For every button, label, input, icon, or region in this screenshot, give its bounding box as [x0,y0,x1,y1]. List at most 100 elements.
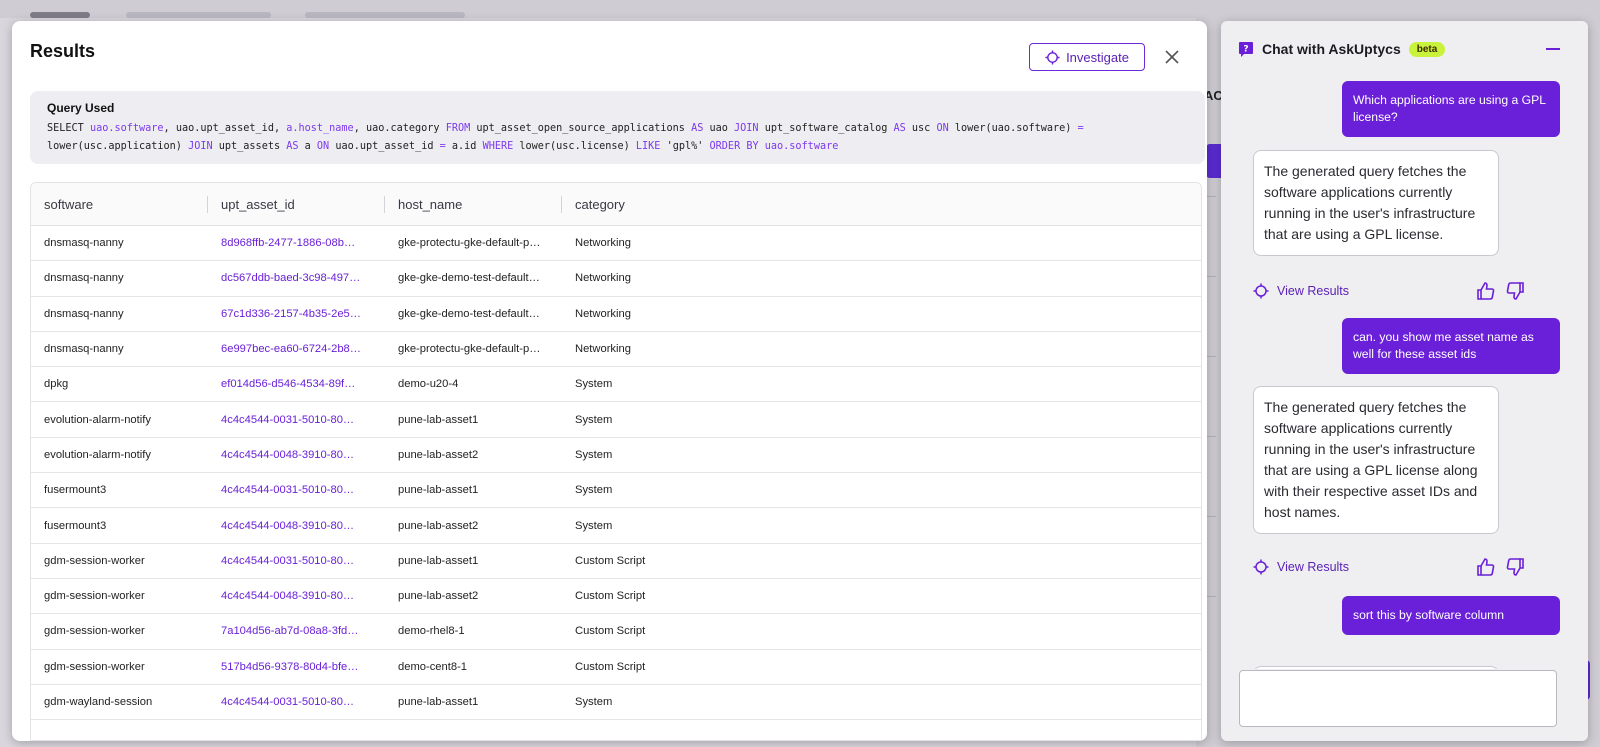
table-body: dnsmasq-nanny 8d968ffb-2477-1886-08b… gke-… [31,226,1201,721]
cell-category: Custom Script [575,554,646,567]
beta-badge: beta [1408,41,1446,57]
investigate-label: Investigate [1066,49,1129,65]
query-keyword: = [1077,123,1084,134]
query-token: a.id [445,140,483,152]
thumbs-up-icon[interactable] [1476,281,1496,301]
cell-upt-asset-id[interactable]: 4c4c4544-0048-3910-80… [208,590,385,602]
investigate-button[interactable]: Investigate [1029,43,1145,71]
cell-host-name: pune-lab-asset2 [398,590,479,603]
chat-title: Chat with AskUptycs [1262,41,1401,57]
query-keyword: WHERE [482,140,514,152]
cell-upt-asset-id[interactable]: ef014d56-d546-4534-89f… [208,378,385,390]
cell-host-name: gke-gke-demo-test-default… [398,307,540,320]
cell-upt-asset-id[interactable]: 4c4c4544-0031-5010-80… [208,414,385,426]
cell-software: gdm-session-worker [44,554,145,567]
crosshair-icon [1045,49,1060,65]
feedback-buttons [1476,281,1525,301]
cell-host-name: gke-protectu-gke-default-p… [398,343,541,356]
table-row: evolution-alarm-notify 4c4c4544-0048-3910… [31,438,1201,474]
query-token: upt_software_catalog [758,123,894,134]
column-header-software[interactable]: software [31,183,208,226]
cell-upt-asset-id[interactable]: 8d968ffb-2477-1886-08b… [208,237,385,249]
chat-input[interactable] [1239,670,1557,727]
query-token: , uao.category [353,123,446,134]
cell-software: evolution-alarm-notify [44,448,151,461]
table-row: gdm-wayland-session 4c4c4544-0031-5010-80… [31,685,1201,721]
help-square-icon: ? [1239,42,1253,57]
table-header: software upt_asset_id host_name category [31,183,1201,226]
cell-software: gdm-wayland-session [44,696,153,708]
close-icon [1165,50,1179,64]
thumbs-down-icon[interactable] [1505,281,1525,301]
cell-upt-asset-id[interactable]: 4c4c4544-0048-3910-80… [208,449,385,461]
results-modal: Results Investigate Query Used SELECT ua… [12,21,1207,741]
crosshair-icon [1253,559,1269,575]
cell-upt-asset-id[interactable]: 7a104d56-ab7d-08a8-3fd… [208,625,385,637]
table-row: gdm-session-worker 7a104d56-ab7d-08a8-3fd… [31,614,1201,650]
chat-panel: ? Chat with AskUptycs beta Which applica… [1221,21,1588,741]
results-table: software upt_asset_id host_name category dn… [30,182,1202,741]
cell-upt-asset-id[interactable]: 517b4d56-9378-80d4-bfe… [208,661,385,673]
view-results-link[interactable]: View Results [1253,559,1349,575]
cell-upt-asset-id[interactable]: 4c4c4544-0031-5010-80… [208,484,385,496]
bot-message-partial [1253,666,1499,669]
user-message: sort this by software column [1342,596,1560,635]
table-row: dnsmasq-nanny 8d968ffb-2477-1886-08b… gke-… [31,226,1201,262]
table-row: dnsmasq-nanny 6e997bec-ea60-6724-2b8… gke-… [31,332,1201,368]
query-token: usc [905,123,937,134]
minimize-button[interactable] [1546,48,1560,50]
backdrop-tab [126,12,271,18]
query-token: lower(usc.application) [47,140,189,152]
cell-software: dpkg [44,378,69,391]
cell-category: System [575,448,613,461]
cell-host-name: gke-gke-demo-test-default… [398,272,540,285]
column-header-category[interactable]: category [562,183,1192,226]
crosshair-icon [1253,283,1269,299]
cell-category: System [575,484,613,497]
bot-message-actions: View Results [1253,280,1524,302]
cell-category: Networking [575,343,631,356]
cell-host-name: pune-lab-asset1 [398,413,479,426]
cell-category: Custom Script [575,660,646,673]
column-header-upt-asset-id[interactable]: upt_asset_id [208,183,385,226]
query-token: lower(uao.software) [948,123,1078,134]
backdrop-tab [30,12,90,18]
cell-category: System [575,696,613,708]
cell-host-name: pune-lab-asset2 [398,519,479,532]
query-token: uao [703,123,735,134]
column-header-host-name[interactable]: host_name [385,183,562,226]
close-button[interactable] [1162,47,1182,67]
query-keyword: LIKE [635,140,661,152]
thumbs-down-icon[interactable] [1505,557,1525,577]
cell-upt-asset-id[interactable]: 4c4c4544-0031-5010-80… [208,696,385,708]
query-token: SELECT [47,123,90,134]
query-keyword: ON [316,140,330,152]
cell-host-name: demo-u20-4 [398,378,459,391]
query-token: uao.upt_asset_id [329,140,440,152]
query-token: 'gpl%' [660,140,710,152]
view-results-link[interactable]: View Results [1253,283,1349,299]
cell-upt-asset-id[interactable]: dc567ddb-baed-3c98-497… [208,272,385,284]
cell-category: Custom Script [575,625,646,638]
query-keyword: uao.software [89,123,164,134]
cell-host-name: gke-protectu-gke-default-p… [398,237,541,250]
cell-upt-asset-id[interactable]: 4c4c4544-0031-5010-80… [208,555,385,567]
cell-upt-asset-id[interactable]: 6e997bec-ea60-6724-2b8… [208,343,385,355]
cell-software: dnsmasq-nanny [44,272,124,285]
query-token: a [298,140,317,152]
query-keyword: ORDER BY [709,140,759,152]
cell-upt-asset-id[interactable]: 4c4c4544-0048-3910-80… [208,520,385,532]
svg-text:?: ? [1243,45,1248,55]
cell-software: evolution-alarm-notify [44,413,151,426]
cell-software: dnsmasq-nanny [44,343,124,356]
cell-upt-asset-id[interactable]: 67c1d336-2157-4b35-2e5… [208,308,385,320]
bot-message-actions: View Results [1253,556,1524,578]
table-row: evolution-alarm-notify 4c4c4544-0031-5010… [31,402,1201,438]
cell-category: System [575,519,613,532]
cell-category: Networking [575,307,631,320]
thumbs-up-icon[interactable] [1476,557,1496,577]
query-keyword: JOIN [188,140,213,152]
chat-header: ? Chat with AskUptycs beta [1238,41,1446,57]
backdrop-tab [305,12,465,18]
cell-category: Custom Script [575,590,646,603]
